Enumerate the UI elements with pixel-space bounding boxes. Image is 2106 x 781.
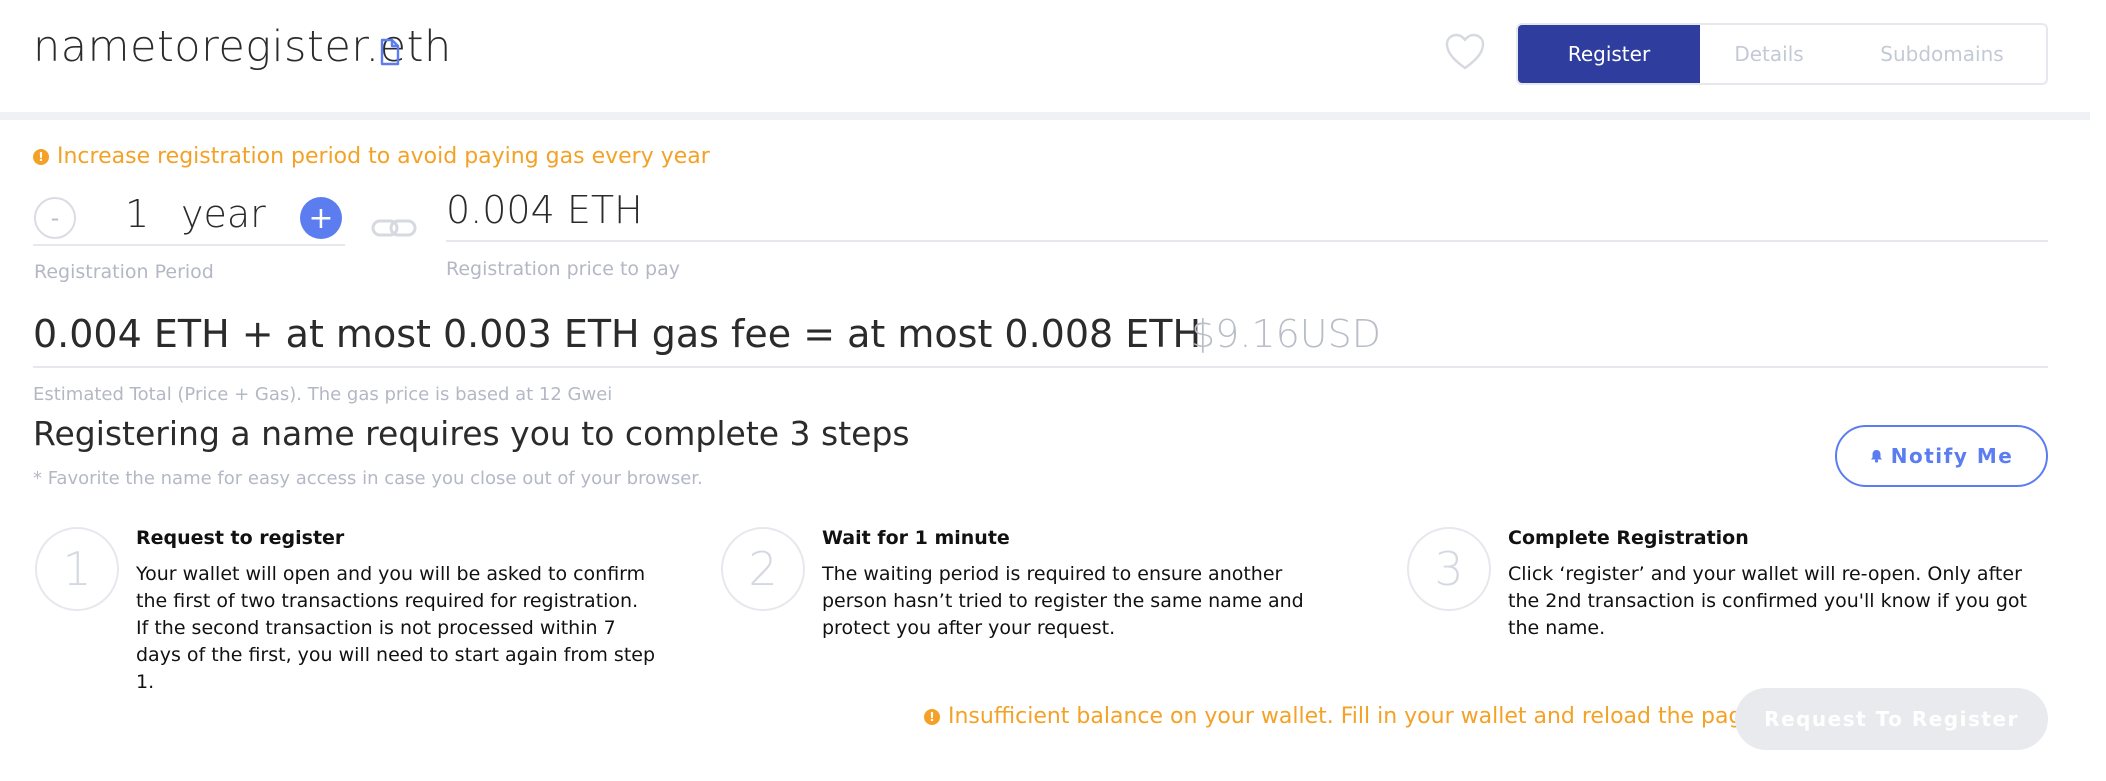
tab-register[interactable]: Register: [1518, 25, 1700, 83]
step-title: Complete Registration: [1508, 527, 1749, 549]
notify-me-label: Notify Me: [1890, 444, 2014, 468]
notify-me-button[interactable]: Notify Me: [1835, 425, 2048, 487]
request-to-register-button[interactable]: Request To Register: [1735, 688, 2048, 750]
registration-price-label: Registration price to pay: [446, 258, 681, 280]
period-warning: ! Increase registration period to avoid …: [33, 144, 710, 169]
copy-icon[interactable]: [378, 38, 402, 66]
estimated-total: 0.004 ETH + at most 0.003 ETH gas fee = …: [33, 312, 2048, 368]
heart-icon[interactable]: [1445, 33, 1485, 71]
header-divider: [0, 112, 2090, 120]
increase-period-button[interactable]: +: [300, 197, 342, 239]
step-number: 2: [721, 527, 805, 611]
registration-price: 0.004 ETH: [446, 188, 643, 232]
period-warning-text: Increase registration period to avoid pa…: [57, 144, 710, 169]
tab-subdomains[interactable]: Subdomains: [1838, 25, 2046, 83]
total-caption: Estimated Total (Price + Gas). The gas p…: [33, 384, 613, 405]
registration-price-field: 0.004 ETH: [446, 186, 2048, 242]
warning-icon: !: [33, 148, 49, 165]
step-title: Wait for 1 minute: [822, 527, 1010, 549]
steps-note: * Favorite the name for easy access in c…: [33, 468, 703, 489]
period-unit: year: [181, 192, 266, 236]
period-value: 1: [125, 192, 150, 236]
registration-period-stepper: - 1 year +: [33, 192, 345, 246]
step-number: 3: [1407, 527, 1491, 611]
registration-period-label: Registration Period: [34, 261, 214, 283]
step-number: 1: [35, 527, 119, 611]
balance-warning-text: Insufficient balance on your wallet. Fil…: [948, 704, 1763, 729]
tab-details[interactable]: Details: [1700, 25, 1838, 83]
decrease-period-button[interactable]: -: [34, 197, 76, 239]
total-usd: $9.16USD: [1191, 312, 1381, 356]
balance-warning: ! Insufficient balance on your wallet. F…: [924, 704, 1763, 729]
bell-icon: [1870, 450, 1882, 463]
header: nametoregister.eth Register Details Subd…: [0, 0, 2106, 120]
step-description: Your wallet will open and you will be as…: [136, 563, 656, 693]
tab-bar: Register Details Subdomains: [1516, 23, 2048, 85]
warning-icon: !: [924, 708, 940, 725]
step-title: Request to register: [136, 527, 345, 549]
step-description: Click ‘register’ and your wallet will re…: [1508, 563, 2027, 639]
steps-heading: Registering a name requires you to compl…: [33, 414, 910, 453]
step-description: The waiting period is required to ensure…: [822, 563, 1304, 639]
link-icon: [371, 219, 417, 237]
total-cost: 0.004 ETH + at most 0.003 ETH gas fee = …: [33, 312, 1202, 356]
